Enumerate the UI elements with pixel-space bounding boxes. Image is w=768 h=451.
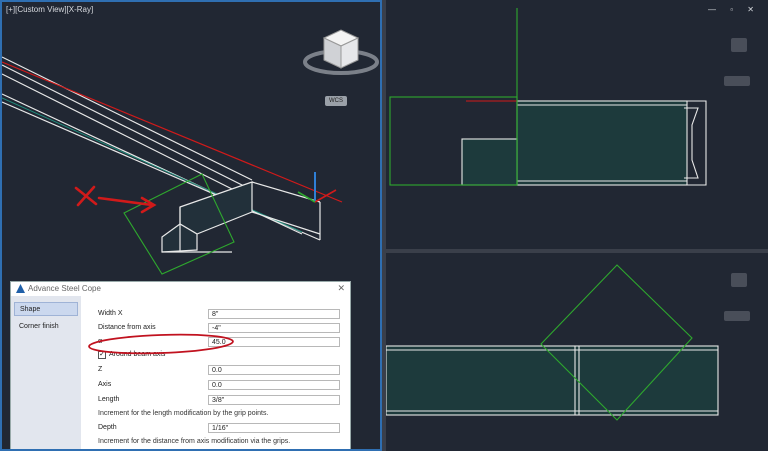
- cope-dialog: Advance Steel Cope ✕ Shape Corner finish…: [10, 281, 351, 449]
- viewport-front-view[interactable]: [386, 253, 768, 451]
- dialog-titlebar[interactable]: Advance Steel Cope ✕: [11, 282, 350, 297]
- around-beam-axis-checkbox[interactable]: ✓: [98, 351, 106, 359]
- view-cube-icon[interactable]: [731, 38, 747, 52]
- distance-from-axis-field[interactable]: -4": [208, 323, 340, 333]
- advance-steel-logo-icon: [16, 284, 25, 293]
- depth-label: Depth: [98, 424, 117, 431]
- width-x-field[interactable]: 8": [208, 309, 340, 319]
- alpha-field[interactable]: 45.0: [208, 337, 340, 347]
- length-field[interactable]: 3/8": [208, 395, 340, 405]
- length-increment-note: Increment for the length modification by…: [98, 410, 269, 417]
- sidebar-item-corner-finish[interactable]: Corner finish: [14, 320, 78, 334]
- wcs-icon-bottom[interactable]: [724, 311, 750, 321]
- width-x-label: Width X: [98, 310, 123, 317]
- model-canvas-top[interactable]: [386, 0, 768, 249]
- model-canvas-front[interactable]: [386, 253, 768, 451]
- wcs-icon[interactable]: [724, 76, 750, 86]
- axis-label: Axis: [98, 381, 112, 388]
- length-label: Length: [98, 396, 120, 403]
- z-label: Z: [98, 366, 103, 373]
- viewport-label[interactable]: [+][Custom View][X-Ray]: [6, 5, 93, 14]
- view-cube-icon-bottom[interactable]: [731, 273, 747, 287]
- wcs-button[interactable]: WCS: [325, 96, 347, 106]
- view-cube[interactable]: [303, 29, 379, 75]
- depth-field[interactable]: 1/16": [208, 423, 340, 433]
- z-field[interactable]: 0.0: [208, 365, 340, 375]
- axis-field[interactable]: 0.0: [208, 380, 340, 390]
- distance-from-axis-label: Distance from axis: [98, 324, 156, 331]
- depth-increment-note: Increment for the distance from axis mod…: [98, 438, 291, 445]
- viewport-top-view[interactable]: — ▫ ✕: [386, 0, 768, 249]
- viewport-window-controls[interactable]: — ▫ ✕: [708, 5, 760, 14]
- around-beam-axis-label: Around beam axis: [109, 351, 166, 358]
- viewport-custom-view[interactable]: [+][Custom View][X-Ray] WCS Advance Stee…: [0, 0, 382, 451]
- close-icon[interactable]: ✕: [337, 283, 345, 294]
- dialog-sidebar: Shape Corner finish: [11, 296, 82, 449]
- annotation-x-mark: [74, 185, 157, 214]
- alpha-label: α: [98, 338, 103, 345]
- sidebar-item-shape[interactable]: Shape: [14, 302, 78, 316]
- dialog-title: Advance Steel Cope: [28, 284, 101, 293]
- dialog-content: Width X 8" Distance from axis -4" α 45.0…: [81, 296, 350, 449]
